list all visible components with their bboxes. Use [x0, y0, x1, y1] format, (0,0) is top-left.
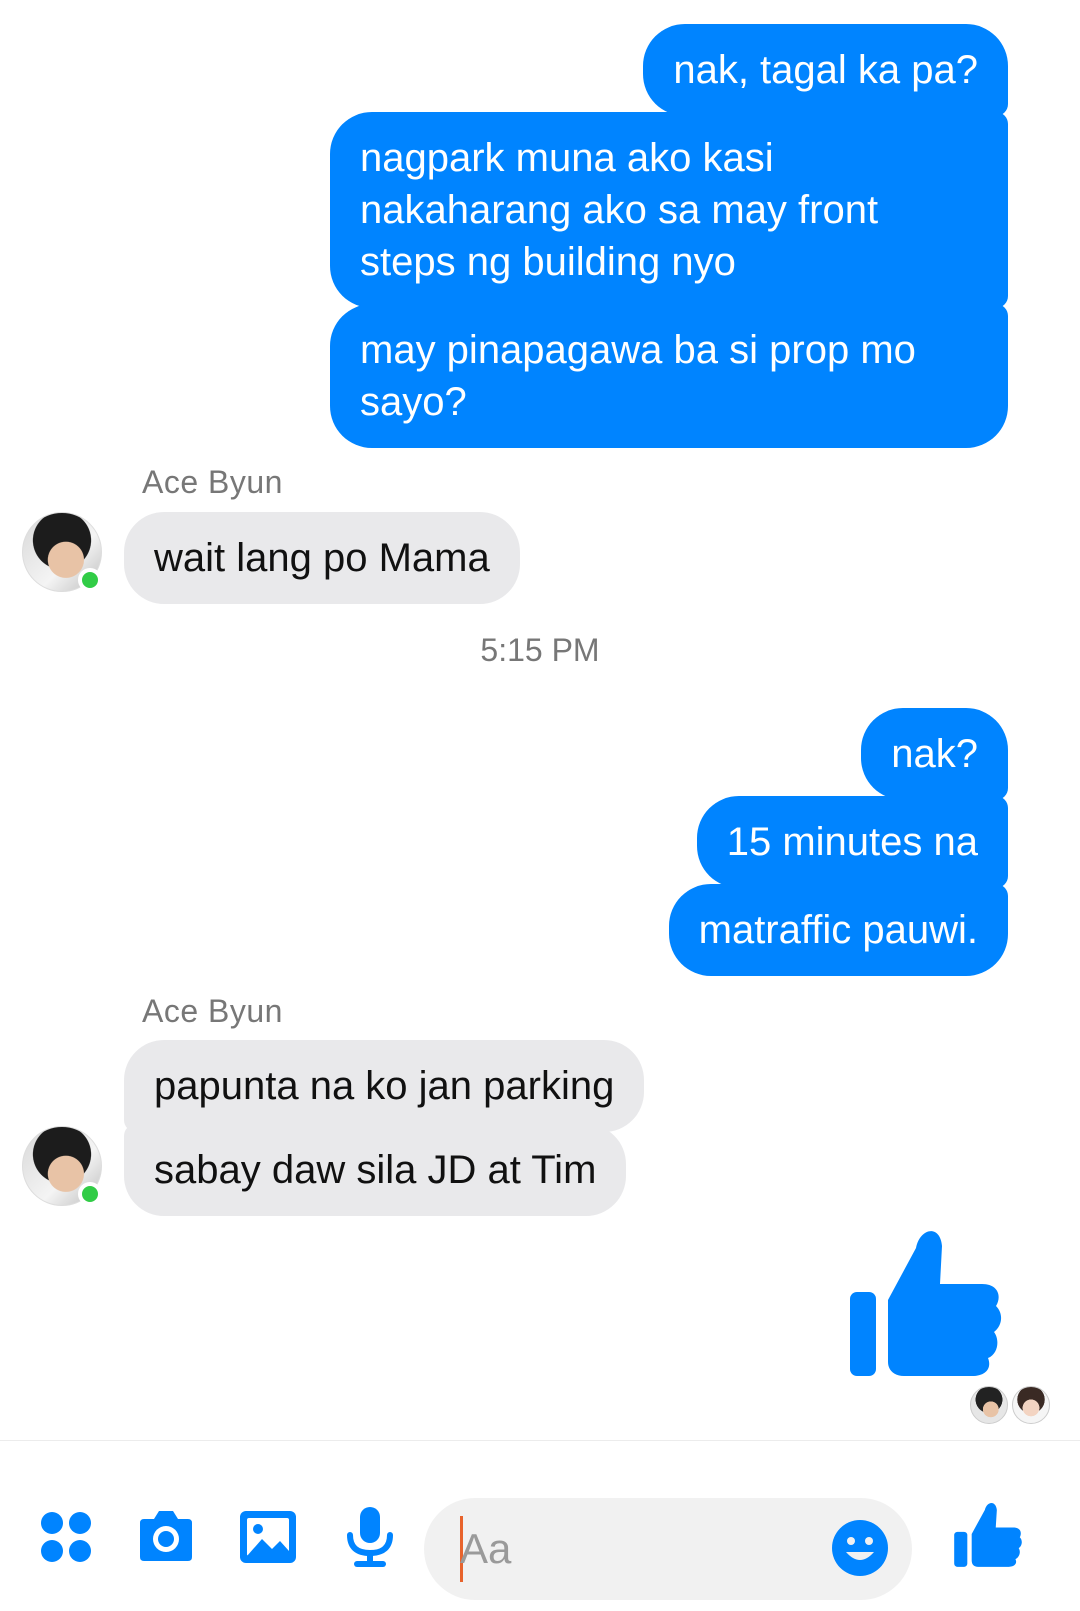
message-bubble-outgoing[interactable]: 15 minutes na: [696, 796, 1008, 888]
message-composer: [0, 1441, 1080, 1611]
message-bubble-outgoing[interactable]: nagpark muna ako kasi nakaharang ako sa …: [330, 112, 1008, 308]
sender-name: Ace Byun: [142, 464, 283, 500]
sender-name: Ace Byun: [142, 993, 283, 1029]
message-bubble-outgoing[interactable]: nak?: [861, 708, 1008, 800]
contact-avatar[interactable]: [22, 1126, 102, 1206]
message-input[interactable]: [460, 1522, 820, 1576]
contact-avatar[interactable]: [22, 512, 102, 592]
message-bubble-incoming[interactable]: papunta na ko jan parking: [124, 1040, 645, 1132]
online-status-dot: [78, 568, 102, 592]
message-bubble-outgoing[interactable]: nak, tagal ka pa?: [643, 24, 1008, 116]
thumbs-up-sticker-icon[interactable]: [846, 1222, 1006, 1382]
message-bubble-incoming[interactable]: wait lang po Mama: [124, 512, 520, 604]
message-timestamp: 5:15 PM: [480, 632, 600, 668]
apps-icon[interactable]: [34, 1505, 98, 1569]
message-bubble-outgoing[interactable]: may pinapagawa ba si prop mo sayo?: [330, 304, 1008, 448]
seen-avatar: [1012, 1386, 1050, 1424]
gallery-icon[interactable]: [236, 1505, 300, 1569]
online-status-dot: [78, 1182, 102, 1206]
message-bubble-outgoing[interactable]: matraffic pauwi.: [668, 884, 1008, 976]
chat-screen: nak, tagal ka pa? nagpark muna ako kasi …: [0, 0, 1080, 1611]
like-icon[interactable]: [952, 1499, 1022, 1569]
message-input-container[interactable]: [424, 1498, 912, 1600]
emoji-icon[interactable]: [830, 1518, 890, 1578]
message-bubble-incoming[interactable]: sabay daw sila JD at Tim: [124, 1124, 627, 1216]
seen-avatar: [970, 1386, 1008, 1424]
microphone-icon[interactable]: [338, 1505, 402, 1569]
camera-icon[interactable]: [134, 1505, 198, 1569]
